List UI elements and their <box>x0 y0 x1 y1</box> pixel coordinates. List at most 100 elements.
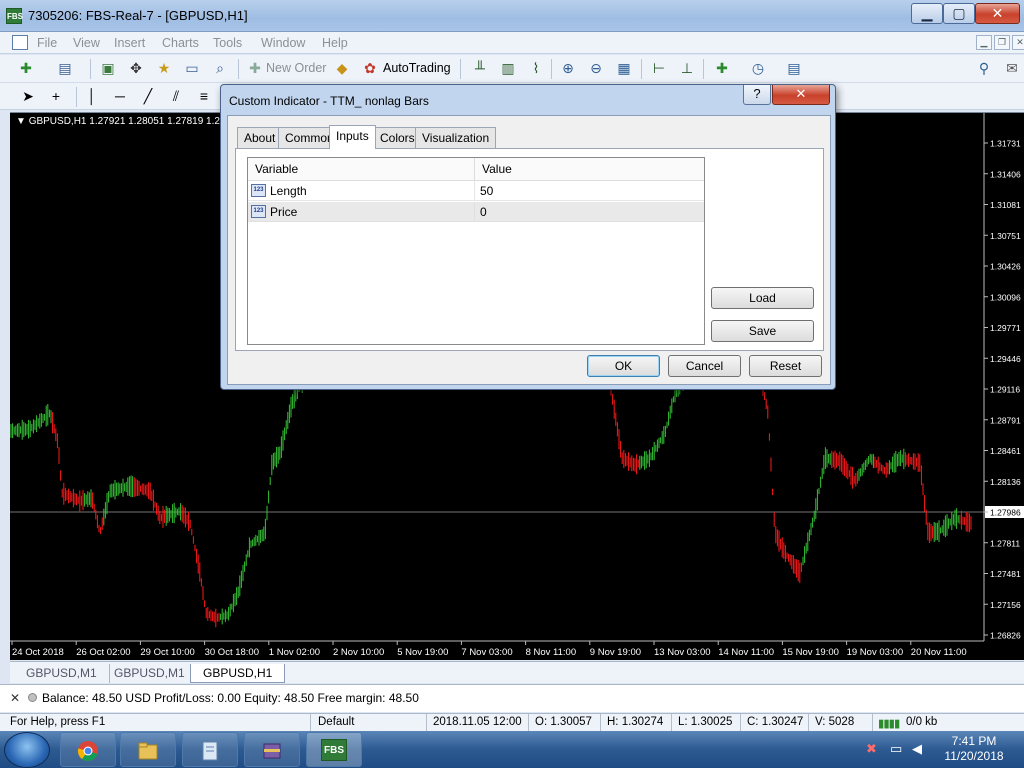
document-icon[interactable] <box>12 35 28 50</box>
menu-window[interactable]: Window <box>261 36 305 50</box>
tab-chart-3[interactable]: GBPUSD,H1 <box>190 664 286 683</box>
time-tick-label: 26 Oct 02:00 <box>76 647 130 658</box>
row-variable: Length <box>270 184 307 198</box>
autotrading-icon[interactable]: ✿ <box>360 59 380 78</box>
maximize-button[interactable]: ▢ <box>943 3 975 24</box>
volume-icon[interactable]: ◀ <box>912 741 922 757</box>
dialog-close-button[interactable]: ✕ <box>772 85 830 105</box>
price-tick-label: 1.27481 <box>990 569 1021 579</box>
minimize-button[interactable]: ▁ <box>911 3 943 24</box>
toolbar-separator <box>238 59 239 79</box>
row-value[interactable]: 50 <box>474 181 704 201</box>
zoom-out-icon[interactable]: ⊖ <box>586 59 606 78</box>
integer-icon: 123 <box>251 205 266 218</box>
zoom-in-icon[interactable]: ⊕ <box>558 59 578 78</box>
metaeditor-icon[interactable]: ◆ <box>332 59 352 78</box>
templates-icon[interactable]: ▤ <box>784 59 804 78</box>
help-button[interactable]: ? <box>743 85 771 105</box>
terminal-icon[interactable]: ▭ <box>182 59 202 78</box>
menu-view[interactable]: View <box>73 36 100 50</box>
time-tick-label: 30 Oct 18:00 <box>205 647 259 658</box>
navigator-icon[interactable]: ✥ <box>126 59 146 78</box>
reset-button[interactable]: Reset <box>749 355 822 377</box>
cursor-icon[interactable]: ➤ <box>18 87 38 106</box>
menu-insert[interactable]: Insert <box>114 36 145 50</box>
auto-scroll-icon[interactable]: ⊥ <box>677 59 697 78</box>
toolbar-separator <box>76 87 77 107</box>
table-row[interactable]: 123 Price 0 <box>248 202 704 222</box>
fibonacci-icon[interactable]: ≡ <box>194 87 214 106</box>
equidistant-channel-icon[interactable]: ⫽ <box>166 87 186 106</box>
taskbar-fbs[interactable]: FBS <box>306 732 362 767</box>
autotrading-button[interactable]: AutoTrading <box>383 61 451 75</box>
trendline-icon[interactable]: ╱ <box>138 87 158 106</box>
load-button[interactable]: Load <box>711 287 814 309</box>
data-window-icon[interactable]: ★ <box>154 59 174 78</box>
app-icon: FBS <box>6 8 23 24</box>
mdi-minimize-icon[interactable]: ▁ <box>976 35 992 50</box>
tab-about[interactable]: About <box>237 127 283 148</box>
vertical-line-icon[interactable]: │ <box>82 87 102 106</box>
tab-chart-2[interactable]: GBPUSD,M1 <box>102 664 198 683</box>
clock-date: 11/20/2018 <box>944 749 1004 763</box>
taskbar-winrar[interactable] <box>244 732 300 767</box>
folder-icon <box>138 742 158 760</box>
price-tick-label: 1.30751 <box>990 231 1021 241</box>
start-button[interactable] <box>4 732 50 768</box>
taskbar-notepad[interactable] <box>182 732 238 767</box>
new-order-button[interactable]: New Order <box>266 61 326 75</box>
profiles-icon[interactable]: ▤ <box>55 59 75 78</box>
tab-chart-1[interactable]: GBPUSD,M1 <box>14 664 110 683</box>
column-value[interactable]: Value <box>475 158 704 181</box>
column-variable[interactable]: Variable <box>248 158 475 181</box>
taskbar-chrome[interactable] <box>60 732 116 767</box>
close-terminal-icon[interactable]: ✕ <box>10 691 20 705</box>
cancel-button[interactable]: Cancel <box>668 355 741 377</box>
status-dot-icon <box>28 693 37 702</box>
network-warning-icon[interactable]: ✖ <box>866 741 877 757</box>
mdi-restore-icon[interactable]: ❐ <box>994 35 1010 50</box>
bar-chart-icon[interactable]: ╨ <box>470 59 490 78</box>
line-chart-icon[interactable]: ⌇ <box>526 59 546 78</box>
crosshair-icon[interactable]: + <box>46 87 66 106</box>
close-button[interactable]: ✕ <box>975 3 1020 24</box>
menu-help[interactable]: Help <box>322 36 348 50</box>
strategy-tester-icon[interactable]: ⌕ <box>210 59 230 78</box>
table-row[interactable]: 123 Length 50 <box>248 181 704 201</box>
display-icon[interactable]: ▭ <box>890 741 902 757</box>
save-button[interactable]: Save <box>711 320 814 342</box>
tile-windows-icon[interactable]: ▦ <box>614 59 634 78</box>
notepad-icon <box>202 741 218 761</box>
tab-inputs[interactable]: Inputs <box>329 125 376 149</box>
dialog-title: Custom Indicator - TTM_ nonlag Bars <box>229 94 429 108</box>
new-chart-icon[interactable]: ✚ <box>16 59 36 78</box>
indicators-icon[interactable]: ✚ <box>712 59 732 78</box>
periods-icon[interactable]: ◷ <box>748 59 768 78</box>
price-tick-label: 1.29446 <box>990 354 1021 364</box>
menu-charts[interactable]: Charts <box>162 36 199 50</box>
menu-file[interactable]: File <box>37 36 57 50</box>
market-watch-icon[interactable]: ▣ <box>98 59 118 78</box>
chart-menu-icon[interactable]: ▼ <box>16 116 26 127</box>
ok-button[interactable]: OK <box>587 355 660 377</box>
chart-shift-icon[interactable]: ⊢ <box>649 59 669 78</box>
chat-icon[interactable]: ✉ <box>1002 59 1022 78</box>
time-tick-label: 1 Nov 02:00 <box>269 647 320 658</box>
bar-open: O: 1.30057 <box>535 716 592 728</box>
row-value[interactable]: 0 <box>474 202 704 222</box>
candlestick-icon[interactable]: ▥ <box>498 59 518 78</box>
search-icon[interactable]: ⚲ <box>974 59 994 78</box>
mdi-close-icon[interactable]: ✕ <box>1012 35 1024 50</box>
profile-name: Default <box>318 716 355 728</box>
menu-tools[interactable]: Tools <box>213 36 242 50</box>
price-tick-label: 1.27811 <box>990 538 1020 548</box>
help-hint: For Help, press F1 <box>10 716 106 728</box>
taskbar-explorer[interactable] <box>120 732 176 767</box>
row-variable: Price <box>270 205 298 219</box>
new-order-icon[interactable]: ✚ <box>245 59 265 78</box>
price-tick-label: 1.28461 <box>990 446 1021 456</box>
horizontal-line-icon[interactable]: ─ <box>110 87 130 106</box>
tab-visualization[interactable]: Visualization <box>415 127 497 148</box>
system-clock[interactable]: 7:41 PM 11/20/2018 <box>934 734 1014 764</box>
time-tick-label: 5 Nov 19:00 <box>397 647 448 658</box>
